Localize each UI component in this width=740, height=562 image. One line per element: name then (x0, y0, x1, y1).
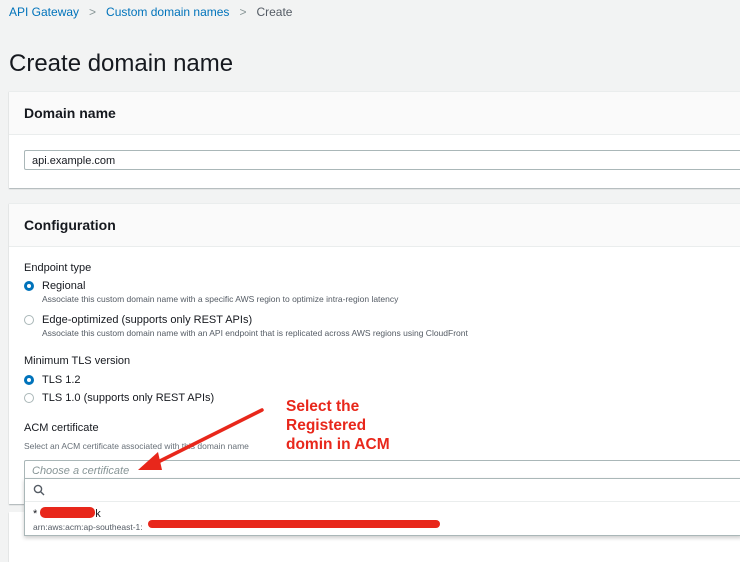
radio-regional[interactable]: Regional Associate this custom domain na… (24, 280, 398, 304)
tls-version-label: Minimum TLS version (24, 355, 131, 367)
radio-button[interactable] (24, 393, 34, 403)
annotation-line: domin in ACM (286, 436, 390, 453)
certificate-select[interactable]: Choose a certificate (24, 460, 740, 480)
dropdown-search[interactable] (25, 479, 740, 502)
radio-tls-12[interactable]: TLS 1.2 (24, 374, 81, 386)
radio-tls-10[interactable]: TLS 1.0 (supports only REST APIs) (24, 392, 214, 404)
radio-edge-optimized[interactable]: Edge-optimized (supports only REST APIs)… (24, 314, 468, 338)
option-name-suffix: k (95, 508, 101, 520)
redaction-mark (40, 507, 95, 518)
page-title: Create domain name (9, 50, 234, 77)
redaction-mark (148, 520, 440, 528)
option-name-prefix: * (33, 508, 38, 520)
regional-label: Regional (42, 280, 86, 292)
breadcrumb-api-gateway[interactable]: API Gateway (9, 5, 79, 19)
acm-certificate-label: ACM certificate (24, 422, 99, 434)
chevron-right-icon: > (239, 5, 247, 19)
annotation-line: Registered (286, 417, 367, 434)
annotation-text: Select the Registered domin in ACM (286, 397, 390, 454)
radio-button-selected[interactable] (24, 375, 34, 385)
endpoint-type-label: Endpoint type (24, 262, 92, 274)
chevron-right-icon: > (89, 5, 97, 19)
configuration-panel: Configuration Endpoint type Regional Ass… (9, 203, 740, 504)
configuration-header: Configuration (9, 204, 740, 247)
domain-name-header: Domain name (9, 92, 740, 135)
tls-12-label: TLS 1.2 (42, 374, 81, 386)
annotation-line: Select the (286, 398, 360, 415)
breadcrumb-custom-domain-names[interactable]: Custom domain names (106, 5, 229, 19)
edge-optimized-label: Edge-optimized (supports only REST APIs) (42, 314, 253, 326)
tls-10-label: TLS 1.0 (supports only REST APIs) (42, 392, 215, 404)
breadcrumb-create: Create (256, 5, 293, 19)
domain-name-panel: Domain name api.example.com (9, 91, 740, 188)
edge-optimized-description: Associate this custom domain name with a… (42, 328, 468, 338)
domain-name-input[interactable]: api.example.com (24, 150, 740, 170)
radio-button[interactable] (24, 315, 34, 325)
breadcrumb: API Gateway > Custom domain names > Crea… (9, 5, 292, 19)
search-icon (33, 484, 45, 496)
acm-certificate-helper: Select an ACM certificate associated wit… (24, 441, 249, 451)
regional-description: Associate this custom domain name with a… (42, 294, 399, 304)
radio-button-selected[interactable] (24, 281, 34, 291)
